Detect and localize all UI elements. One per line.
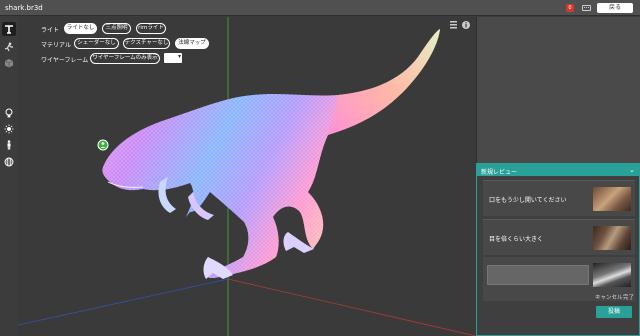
person-icon — [7, 140, 11, 150]
light-rim-button[interactable]: rimライト — [136, 23, 166, 34]
new-comment-thumbnail[interactable] — [593, 263, 631, 287]
info-icon[interactable] — [462, 21, 470, 29]
person-tool-button[interactable] — [2, 138, 16, 152]
trex-model[interactable] — [102, 29, 440, 279]
review-header[interactable]: 新規レビュー ⌄ — [477, 164, 639, 176]
transform-icon — [5, 25, 13, 34]
wireframe-only-button[interactable]: ワイヤーフレームのみ表示 — [90, 53, 160, 64]
file-title: shark.br3d — [5, 4, 43, 12]
viewport-icons — [450, 20, 474, 32]
scene-canvas[interactable] — [18, 17, 476, 336]
notification-badge[interactable]: 0 — [566, 4, 574, 12]
z-axis-line — [18, 278, 229, 326]
transform-tool-button[interactable] — [2, 22, 16, 36]
wireframe-label: ワイヤーフレーム — [41, 57, 89, 64]
animation-icon — [4, 42, 13, 52]
review-title: 新規レビュー — [481, 169, 518, 176]
light-none-button[interactable]: ライトなし — [64, 23, 97, 34]
lightbulb-tool-spacer — [2, 106, 16, 120]
material-normal-map-button[interactable]: 法線マップ — [175, 38, 209, 49]
review-comment[interactable]: 口をもう少し開いてください — [483, 180, 635, 216]
back-button[interactable]: 戻る — [597, 3, 633, 13]
comment-text: 口をもう少し開いてください — [489, 197, 567, 204]
sun-icon — [4, 124, 14, 134]
comment-thumbnail[interactable] — [593, 187, 631, 211]
animation-tool-button[interactable] — [2, 40, 16, 54]
post-button[interactable]: 投稿 — [596, 306, 632, 318]
material-label: マテリアル — [41, 42, 71, 49]
cube-icon — [4, 59, 14, 68]
3d-viewport[interactable]: ライト ライトなし 三点照明 rimライト マテリアル シェーダーなし テクスチ… — [18, 17, 476, 336]
chevron-down-icon[interactable]: ⌄ — [629, 166, 635, 174]
title-bar: shark.br3d 0 戻る — [0, 0, 640, 16]
layers-icon[interactable] — [450, 21, 457, 29]
comment-text: 目を倍くらい大きく — [489, 236, 544, 243]
x-axis-line — [227, 278, 476, 336]
comment-thumbnail[interactable] — [593, 226, 631, 250]
globe-icon — [4, 157, 14, 167]
light-three-point-button[interactable]: 三点照明 — [102, 23, 131, 34]
globe-tool-button[interactable] — [2, 155, 16, 169]
new-comment-form: キャンセル 完了 — [483, 257, 635, 301]
keyboard-icon[interactable] — [582, 5, 591, 11]
review-panel: 新規レビュー ⌄ 口をもう少し開いてください 目を倍くらい大きく キャンセル 完… — [476, 163, 640, 336]
annotation-marker-icon[interactable] — [97, 139, 109, 151]
material-no-shader-button[interactable]: シェーダーなし — [74, 38, 119, 49]
review-comment[interactable]: 目を倍くらい大きく — [483, 219, 635, 255]
wireframe-color-select[interactable] — [164, 53, 182, 63]
done-link[interactable]: 完了 — [623, 293, 634, 301]
light-label: ライト — [41, 27, 60, 34]
cube-tool-button[interactable] — [2, 56, 16, 70]
cancel-link[interactable]: キャンセル — [595, 293, 623, 301]
material-no-texture-button[interactable]: テクスチャーなし — [123, 38, 170, 49]
sun-tool-button[interactable] — [2, 122, 16, 136]
comment-input[interactable] — [487, 265, 589, 285]
